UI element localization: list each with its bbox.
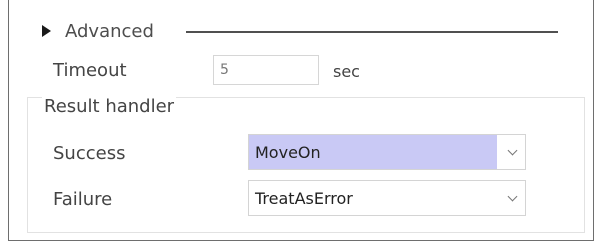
advanced-toggle[interactable]: Advanced	[42, 18, 154, 44]
advanced-divider	[186, 31, 558, 33]
timeout-input[interactable]	[213, 55, 319, 85]
triangle-right-icon[interactable]	[42, 25, 51, 37]
result-handler-title: Result handler	[42, 96, 177, 117]
failure-label: Failure	[53, 189, 113, 210]
success-select-value[interactable]: MoveOn	[249, 135, 497, 169]
success-select[interactable]: MoveOn	[248, 134, 526, 170]
timeout-label: Timeout	[53, 60, 127, 81]
chevron-down-icon[interactable]	[507, 191, 518, 202]
chevron-down-icon[interactable]	[507, 145, 518, 156]
failure-select[interactable]: TreatAsError	[248, 180, 526, 216]
timeout-unit: sec	[333, 62, 360, 81]
advanced-label[interactable]: Advanced	[65, 21, 154, 42]
failure-select-value[interactable]: TreatAsError	[249, 181, 497, 215]
success-label: Success	[53, 143, 126, 164]
